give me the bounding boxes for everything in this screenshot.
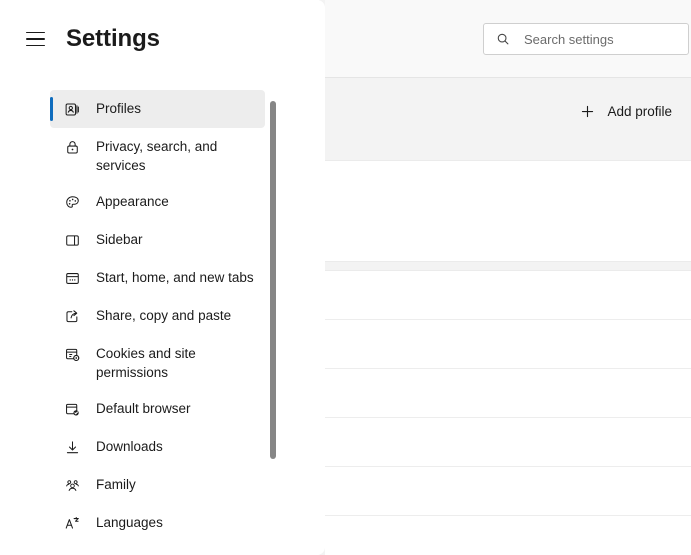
search-settings-box[interactable] (483, 23, 689, 55)
palette-icon (62, 192, 82, 212)
settings-row[interactable] (325, 467, 691, 516)
hamburger-line (25, 38, 45, 40)
family-people-icon (62, 475, 82, 495)
search-input[interactable] (524, 24, 679, 54)
lock-icon (62, 137, 82, 157)
sidebar-item-label: Default browser (96, 401, 191, 416)
hamburger-menu-icon[interactable] (18, 22, 52, 56)
sidebar-item-start-home-new-tabs[interactable]: Start, home, and new tabs (50, 259, 265, 297)
sidebar-item-label: Family (96, 477, 136, 492)
sidebar-item-profiles[interactable]: Profiles (50, 90, 265, 128)
settings-sidebar-panel: Settings Profiles Privacy, search, and s… (0, 0, 325, 555)
sidebar-item-label: Printers (96, 550, 143, 555)
page-title: Settings (66, 25, 160, 52)
cookies-settings-icon (62, 344, 82, 364)
search-bar-region (325, 0, 691, 78)
sidebar-item-label: Sidebar (96, 232, 143, 247)
add-profile-label: Add profile (607, 103, 672, 119)
settings-row[interactable] (325, 418, 691, 467)
sidebar-scrollbar-thumb[interactable] (270, 101, 276, 459)
sidebar-item-printers[interactable]: Printers (50, 542, 265, 555)
sidebar-item-default-browser[interactable]: Default browser (50, 390, 265, 428)
sidebar-item-label: Share, copy and paste (96, 308, 232, 323)
hamburger-line (25, 44, 45, 47)
settings-row[interactable] (325, 369, 691, 418)
sidebar-item-label: Languages (96, 515, 163, 530)
sidebar-item-label: Cookies and site permissions (96, 346, 196, 380)
sidebar-item-languages[interactable]: Languages (50, 504, 265, 542)
sidebar-item-share-copy-paste[interactable]: Share, copy and paste (50, 297, 265, 335)
settings-header: Settings (0, 0, 325, 78)
settings-row[interactable] (325, 320, 691, 369)
download-arrow-icon (62, 437, 82, 457)
settings-rows-list (325, 270, 691, 555)
search-icon (495, 31, 511, 47)
printer-icon (62, 551, 82, 555)
languages-icon (62, 513, 82, 533)
settings-row-external-link[interactable] (325, 271, 691, 320)
sidebar-item-label: Profiles (96, 101, 142, 116)
settings-row[interactable] (325, 516, 691, 555)
profile-header-band: Add profile (325, 78, 691, 160)
settings-content-area: Add profile Sign out (325, 0, 691, 555)
sidebar-item-downloads[interactable]: Downloads (50, 428, 265, 466)
plus-icon (579, 103, 596, 120)
sidebar-item-label: Privacy, search, and services (96, 139, 218, 173)
sidebar-scrollbar[interactable] (267, 90, 279, 555)
sidebar-item-family[interactable]: Family (50, 466, 265, 504)
sidebar-item-cookies-site-permissions[interactable]: Cookies and site permissions (50, 335, 265, 390)
contact-card-icon (62, 99, 82, 119)
default-browser-check-icon (62, 399, 82, 419)
browser-window-icon (62, 268, 82, 288)
sidebar-item-appearance[interactable]: Appearance (50, 183, 265, 221)
profile-card: Sign out (325, 160, 691, 262)
sidebar-item-label: Appearance (96, 194, 169, 209)
sidebar-item-label: Downloads (96, 439, 163, 454)
sidebar-item-privacy-search-services[interactable]: Privacy, search, and services (50, 128, 265, 183)
add-profile-button[interactable]: Add profile (571, 95, 680, 127)
share-icon (62, 306, 82, 326)
sidebar-item-label: Start, home, and new tabs (96, 270, 254, 285)
sidebar-item-sidebar[interactable]: Sidebar (50, 221, 265, 259)
hamburger-line (25, 31, 45, 34)
sidebar-panel-icon (62, 230, 82, 250)
